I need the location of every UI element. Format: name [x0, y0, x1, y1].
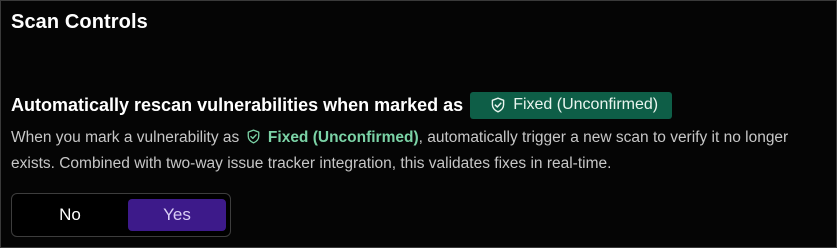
shield-check-icon	[247, 129, 260, 144]
shield-check-icon	[491, 97, 505, 113]
setting-description: When you mark a vulnerability as Fixed (…	[11, 125, 826, 177]
rescan-toggle[interactable]: No Yes	[11, 193, 231, 237]
toggle-option-yes[interactable]: Yes	[128, 199, 226, 231]
setting-header: Automatically rescan vulnerabilities whe…	[11, 91, 673, 119]
scan-controls-panel: Scan Controls Automatically rescan vulne…	[0, 0, 837, 248]
toggle-option-no[interactable]: No	[18, 199, 122, 231]
inline-status-label: Fixed (Unconfirmed)	[244, 129, 419, 146]
section-title: Scan Controls	[11, 11, 148, 33]
setting-label: Automatically rescan vulnerabilities whe…	[11, 94, 464, 115]
status-chip-label: Fixed (Unconfirmed)	[513, 96, 659, 113]
description-prefix: When you mark a vulnerability as	[11, 129, 240, 146]
fixed-unconfirmed-chip: Fixed (Unconfirmed)	[470, 91, 673, 119]
inline-status-text: Fixed (Unconfirmed)	[267, 129, 419, 146]
